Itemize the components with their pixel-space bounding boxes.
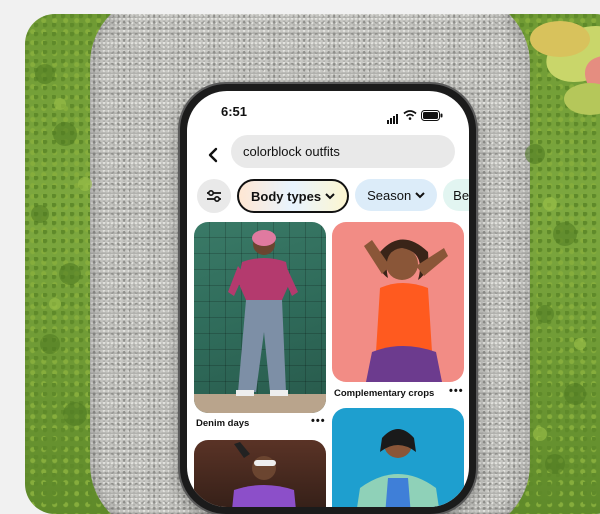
status-time: 6:51	[221, 104, 248, 119]
chevron-left-icon[interactable]	[205, 146, 223, 164]
signal-icon	[387, 106, 399, 124]
pin-image-green-coat[interactable]	[332, 408, 464, 507]
person-figure	[232, 442, 296, 507]
filter-options-button[interactable]	[197, 179, 231, 213]
pin-title: Complementary crops	[334, 388, 435, 399]
sliders-icon	[207, 189, 221, 203]
phone-device: 6:51 colorblock outfits Body types Seaso…	[180, 84, 476, 514]
pin-title: Denim days	[196, 418, 250, 429]
filter-chip-body-types[interactable]: Body types	[237, 179, 350, 213]
filter-chips: Body types Season Best	[197, 179, 469, 213]
person-figure	[194, 230, 326, 413]
battery-icon	[421, 109, 443, 121]
chevron-down-icon	[325, 192, 335, 199]
chip-label: Body types	[251, 188, 322, 204]
chip-label: Best	[453, 187, 469, 203]
chip-label: Season	[367, 187, 412, 203]
pin-image-denim-days[interactable]	[194, 222, 326, 413]
more-dots-icon[interactable]: •••	[449, 385, 464, 397]
wifi-icon	[403, 110, 417, 120]
pin-image-complementary-crops[interactable]	[332, 222, 464, 382]
person-figure	[364, 239, 448, 382]
filter-chip-season[interactable]: Season	[355, 179, 438, 211]
status-icons	[387, 106, 443, 124]
phone-screen: 6:51 colorblock outfits Body types Seaso…	[187, 91, 469, 507]
chevron-down-icon	[415, 191, 425, 198]
search-input[interactable]: colorblock outfits	[231, 135, 455, 168]
filter-chip-best[interactable]: Best	[443, 179, 469, 211]
more-dots-icon[interactable]: •••	[311, 415, 326, 427]
pin-image-purple-outfit[interactable]	[194, 440, 326, 507]
person-figure	[357, 429, 439, 507]
